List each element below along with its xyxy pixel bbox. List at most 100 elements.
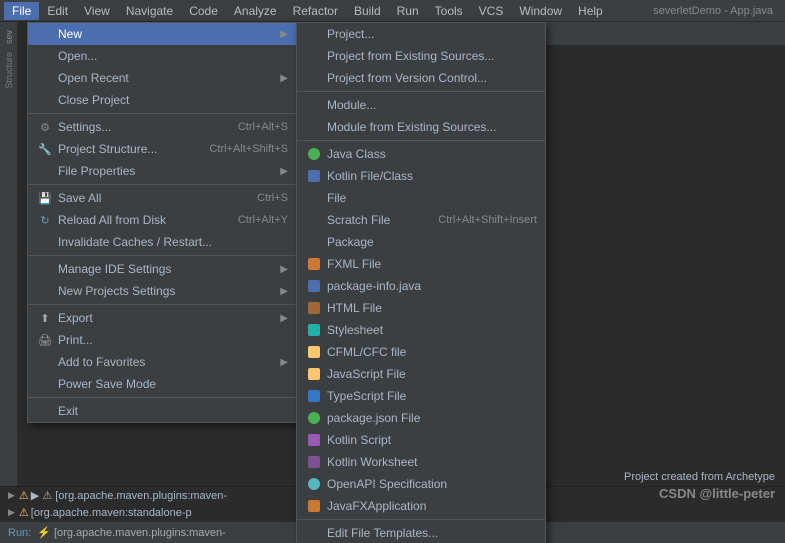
menu-item-reload[interactable]: ↻ Reload All from Disk Ctrl+Alt+Y (28, 209, 296, 231)
module-label: Module... (327, 98, 537, 112)
module-existing-icon (305, 119, 323, 135)
submenu-kotlin-file[interactable]: Kotlin File/Class (297, 165, 545, 187)
submenu-edit-templates[interactable]: Edit File Templates... (297, 522, 545, 543)
reload-shortcut: Ctrl+Alt+Y (238, 214, 288, 226)
project-structure-shortcut: Ctrl+Alt+Shift+S (209, 143, 288, 155)
menu-item-open-recent[interactable]: Open Recent ▶ (28, 67, 296, 89)
manage-ide-arrow: ▶ (280, 264, 288, 275)
invalidate-label: Invalidate Caches / Restart... (58, 235, 288, 249)
menu-item-power-save[interactable]: Power Save Mode (28, 373, 296, 395)
package-json-label: package.json File (327, 411, 537, 425)
cfml-icon (305, 344, 323, 360)
kotlin-script-label: Kotlin Script (327, 433, 537, 447)
submenu-project-vcs[interactable]: Project from Version Control... (297, 67, 545, 89)
sidebar-structure[interactable]: sev (2, 28, 16, 46)
submenu-module-existing[interactable]: Module from Existing Sources... (297, 116, 545, 138)
submenu-project-existing[interactable]: Project from Existing Sources... (297, 45, 545, 67)
menu-item-add-favorites[interactable]: Add to Favorites ▶ (28, 351, 296, 373)
submenu-javascript[interactable]: JavaScript File (297, 363, 545, 385)
menu-file[interactable]: File (4, 2, 39, 20)
manage-ide-label: Manage IDE Settings (58, 262, 276, 276)
open-label: Open... (58, 49, 288, 63)
close-project-icon (36, 92, 54, 108)
project-structure-label: Project Structure... (58, 142, 201, 156)
module-icon (305, 97, 323, 113)
submenu-package-info[interactable]: package-info.java (297, 275, 545, 297)
new-label: New (58, 27, 276, 41)
submenu-package[interactable]: Package (297, 231, 545, 253)
submenu-openapi[interactable]: OpenAPI Specification (297, 473, 545, 495)
export-label: Export (58, 311, 276, 325)
menu-item-file-properties[interactable]: File Properties ▶ (28, 160, 296, 182)
settings-label: Settings... (58, 120, 230, 134)
menu-analyze[interactable]: Analyze (226, 2, 285, 20)
menu-item-export[interactable]: ⬆ Export ▶ (28, 307, 296, 329)
edit-templates-label: Edit File Templates... (327, 526, 537, 540)
new-submenu: Project... Project from Existing Sources… (296, 22, 546, 543)
submenu-scratch-file[interactable]: Scratch File Ctrl+Alt+Shift+Insert (297, 209, 545, 231)
new-projects-arrow: ▶ (280, 286, 288, 297)
menu-tools[interactable]: Tools (427, 2, 471, 20)
menu-item-save-all[interactable]: 💾 Save All Ctrl+S (28, 187, 296, 209)
menu-navigate[interactable]: Navigate (118, 2, 181, 20)
file-icon (305, 190, 323, 206)
menu-item-settings[interactable]: ⚙ Settings... Ctrl+Alt+S (28, 116, 296, 138)
submenu-typescript[interactable]: TypeScript File (297, 385, 545, 407)
project-existing-icon (305, 48, 323, 64)
settings-shortcut: Ctrl+Alt+S (238, 121, 288, 133)
submenu-javafx[interactable]: JavaFXApplication (297, 495, 545, 517)
scratch-file-shortcut: Ctrl+Alt+Shift+Insert (438, 214, 537, 226)
package-label: Package (327, 235, 537, 249)
menu-item-invalidate[interactable]: Invalidate Caches / Restart... (28, 231, 296, 253)
package-icon (305, 234, 323, 250)
kotlin-file-icon (305, 168, 323, 184)
menu-code[interactable]: Code (181, 2, 226, 20)
menu-window[interactable]: Window (511, 2, 570, 20)
manage-ide-icon (36, 261, 54, 277)
submenu-project[interactable]: Project... (297, 23, 545, 45)
project-icon (305, 26, 323, 42)
menu-view[interactable]: View (76, 2, 118, 20)
submenu-java-class[interactable]: Java Class (297, 143, 545, 165)
menu-item-new[interactable]: New ▶ (28, 23, 296, 45)
project-vcs-icon (305, 70, 323, 86)
save-all-label: Save All (58, 191, 249, 205)
add-favorites-label: Add to Favorites (58, 355, 276, 369)
expand-icon-1[interactable]: ▶ (8, 490, 15, 501)
run-row-2-text: [org.apache.maven:standalone-p (31, 507, 192, 519)
submenu-package-json[interactable]: package.json File (297, 407, 545, 429)
menu-item-manage-ide[interactable]: Manage IDE Settings ▶ (28, 258, 296, 280)
file-label: File (327, 191, 537, 205)
open-recent-icon (36, 70, 54, 86)
module-existing-label: Module from Existing Sources... (327, 120, 537, 134)
separator-2 (28, 184, 296, 185)
submenu-html[interactable]: HTML File (297, 297, 545, 319)
menu-refactor[interactable]: Refactor (285, 2, 346, 20)
submenu-stylesheet[interactable]: Stylesheet (297, 319, 545, 341)
reload-icon: ↻ (36, 212, 54, 228)
menu-item-project-structure[interactable]: 🔧 Project Structure... Ctrl+Alt+Shift+S (28, 138, 296, 160)
package-info-icon (305, 278, 323, 294)
menu-vcs[interactable]: VCS (471, 2, 512, 20)
submenu-module[interactable]: Module... (297, 94, 545, 116)
submenu-kotlin-worksheet[interactable]: Kotlin Worksheet (297, 451, 545, 473)
expand-icon-2[interactable]: ▶ (8, 507, 15, 518)
print-icon: 🖨 (36, 332, 54, 348)
menu-item-close-project[interactable]: Close Project (28, 89, 296, 111)
file-menu: New ▶ Open... Open Recent ▶ Close Projec… (27, 22, 297, 423)
submenu-file[interactable]: File (297, 187, 545, 209)
javafx-icon (305, 498, 323, 514)
menu-edit[interactable]: Edit (39, 2, 76, 20)
menu-item-print[interactable]: 🖨 Print... (28, 329, 296, 351)
menu-build[interactable]: Build (346, 2, 389, 20)
submenu-kotlin-script[interactable]: Kotlin Script (297, 429, 545, 451)
menu-item-exit[interactable]: Exit (28, 400, 296, 422)
submenu-cfml[interactable]: CFML/CFC file (297, 341, 545, 363)
menu-item-open[interactable]: Open... (28, 45, 296, 67)
submenu-fxml[interactable]: FXML File (297, 253, 545, 275)
kotlin-file-label: Kotlin File/Class (327, 169, 537, 183)
menu-help[interactable]: Help (570, 2, 611, 20)
menu-item-new-projects[interactable]: New Projects Settings ▶ (28, 280, 296, 302)
menu-run[interactable]: Run (389, 2, 427, 20)
new-projects-label: New Projects Settings (58, 284, 276, 298)
